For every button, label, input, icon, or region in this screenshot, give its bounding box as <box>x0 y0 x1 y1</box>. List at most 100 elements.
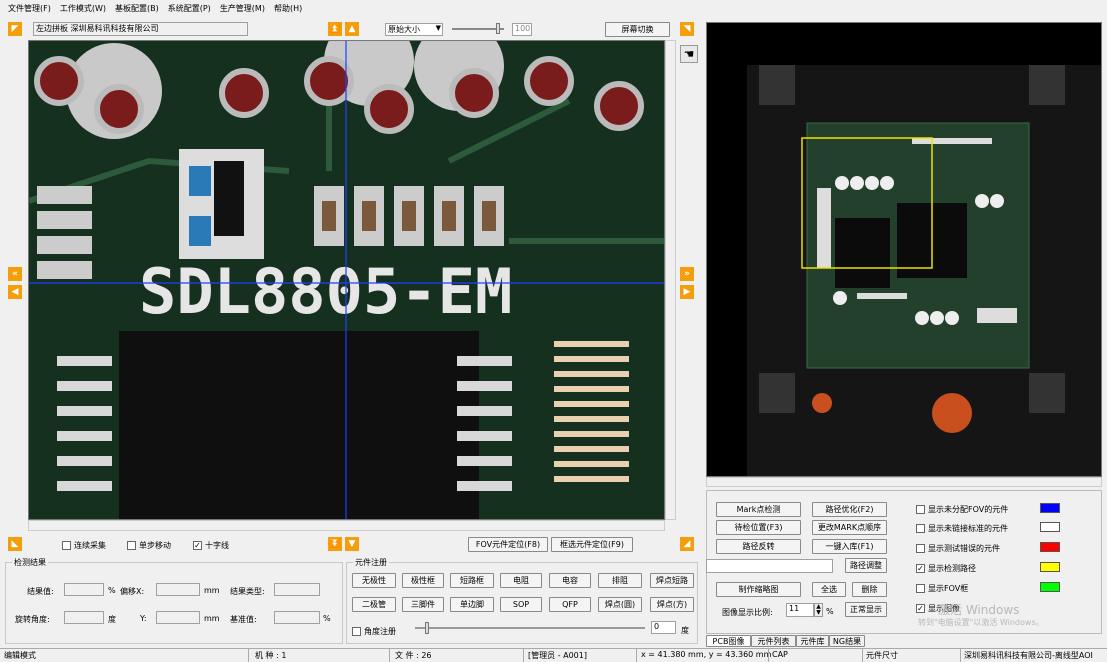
mark-check-button[interactable]: Mark点检测 <box>716 502 801 517</box>
register-group-title: 元件注册 <box>353 557 389 568</box>
continuous-capture-checkbox[interactable]: 连续采集 <box>62 540 106 551</box>
double-down-icon[interactable]: ⏬ <box>328 537 342 551</box>
one-key-import-button[interactable]: 一键入库(F1) <box>812 539 887 554</box>
change-mark-order-button[interactable]: 更改MARK点顺序 <box>812 520 887 535</box>
offset-y-unit: mm <box>204 614 220 623</box>
display-ratio-label: 图像显示比例: <box>722 608 773 617</box>
status-file: 文 件 : 26 <box>395 651 432 660</box>
hand-icon[interactable]: ☚ <box>680 45 698 63</box>
display-ratio-unit: % <box>826 607 834 616</box>
corner-bottom-right-icon[interactable]: ◢ <box>680 537 694 551</box>
option-color-swatch[interactable] <box>1040 582 1060 592</box>
check-position-button[interactable]: 待检位置(F3) <box>716 520 801 535</box>
menu-board-config[interactable]: 基板配置(B) <box>115 3 159 14</box>
buttons_row1-button-3[interactable]: 电阻 <box>500 573 542 588</box>
frame-locate-button[interactable]: 框选元件定位(F9) <box>551 537 633 552</box>
option-label: 显示测试错误的元件 <box>928 544 1000 553</box>
menu-file[interactable]: 文件管理(F) <box>8 3 51 14</box>
path-optimize-button[interactable]: 路径优化(F2) <box>812 502 887 517</box>
offset-x-label: 偏移X: <box>120 587 145 596</box>
crosshair-checkbox[interactable]: ✓ 十字线 <box>193 540 229 551</box>
left-arrow-icon[interactable]: ◀ <box>8 285 22 299</box>
result-value-field <box>64 583 104 596</box>
option-checkbox-4[interactable]: 显示FOV框 <box>916 583 968 594</box>
corner-bottom-left-icon[interactable]: ◣ <box>8 537 22 551</box>
offset-x-unit: mm <box>204 586 220 595</box>
tab-2[interactable]: 元件库 <box>796 635 829 647</box>
delete-button[interactable]: 删除 <box>852 582 887 597</box>
result-type-field <box>274 583 320 596</box>
main-vertical-scrollbar[interactable] <box>665 40 676 520</box>
option-checkbox-3[interactable]: ✓ 显示检测路径 <box>916 563 976 574</box>
status-cap: CAP <box>772 650 788 659</box>
double-up-icon[interactable]: ⏫ <box>328 22 342 36</box>
right-arrow-icon[interactable]: ▶ <box>680 285 694 299</box>
board-info-field: 左边拼板 深圳易科讯科技有限公司 <box>33 22 248 36</box>
display-ratio-spinner[interactable]: ▲ ▼ <box>814 603 823 617</box>
watermark-line1: 激活 Windows <box>938 603 1020 617</box>
tab-3[interactable]: NG结果 <box>829 635 865 647</box>
option-color-swatch[interactable] <box>1040 562 1060 572</box>
option-checkbox-0[interactable]: 显示未分配FOV的元件 <box>916 504 1008 515</box>
buttons_row1-button-2[interactable]: 短路框 <box>450 573 494 588</box>
buttons_row2-button-5[interactable]: 焊点(圆) <box>598 597 642 612</box>
tab-1[interactable]: 元件列表 <box>751 635 796 647</box>
step-move-checkbox[interactable]: 单步移动 <box>127 540 171 551</box>
status-operator: [管理员 - A001] <box>528 651 587 660</box>
zoom-select[interactable]: 原始大小 ▼ <box>385 23 443 36</box>
menu-system-config[interactable]: 系统配置(P) <box>168 3 211 14</box>
down-arrow-icon[interactable]: ▼ <box>345 537 359 551</box>
buttons_row2-button-3[interactable]: SOP <box>500 597 542 612</box>
screen-switch-button[interactable]: 屏幕切换 <box>605 22 670 37</box>
path-adjust-input[interactable] <box>706 559 833 573</box>
checkmark-icon: ✓ <box>916 564 925 573</box>
offset-y-field <box>156 611 200 624</box>
buttons_row2-button-1[interactable]: 三脚件 <box>402 597 444 612</box>
menu-work-mode[interactable]: 工作模式(W) <box>60 3 106 14</box>
menu-help[interactable]: 帮助(H) <box>274 3 302 14</box>
buttons_row2-button-0[interactable]: 二极管 <box>352 597 396 612</box>
buttons_row1-button-4[interactable]: 电容 <box>549 573 591 588</box>
thumbnail-view[interactable] <box>706 22 1102 477</box>
path-reverse-button[interactable]: 路径反转 <box>716 539 801 554</box>
result-group-title: 检测结果 <box>12 557 48 568</box>
double-left-icon[interactable]: « <box>8 267 22 281</box>
buttons_row2-button-4[interactable]: QFP <box>549 597 591 612</box>
buttons_row1-button-5[interactable]: 排阻 <box>598 573 642 588</box>
make-thumbnail-button[interactable]: 制作缩略图 <box>716 582 801 597</box>
main-horizontal-scrollbar[interactable] <box>28 520 665 531</box>
pcb-image-view[interactable]: SDL8805-EM <box>28 40 665 520</box>
checkbox-box <box>916 524 925 533</box>
buttons_row1-button-1[interactable]: 极性框 <box>402 573 444 588</box>
angle-value-field[interactable]: 0 <box>651 621 676 634</box>
option-color-swatch[interactable] <box>1040 503 1060 513</box>
thumbnail-horizontal-scrollbar[interactable] <box>706 477 1102 487</box>
zoom-slider-thumb[interactable] <box>496 23 500 34</box>
option-color-swatch[interactable] <box>1040 542 1060 552</box>
corner-top-right-icon[interactable]: ◥ <box>680 22 694 36</box>
select-all-button[interactable]: 全选 <box>812 582 846 597</box>
normal-display-button[interactable]: 正常显示 <box>845 602 887 617</box>
buttons_row1-button-6[interactable]: 焊点短路 <box>650 573 694 588</box>
fov-locate-button[interactable]: FOV元件定位(F8) <box>468 537 548 552</box>
tab-0[interactable]: PCB图像 <box>706 635 751 647</box>
display-ratio-input[interactable]: 11 <box>786 603 814 617</box>
checkmark-icon: ✓ <box>916 604 925 613</box>
buttons_row2-button-6[interactable]: 焊点(方) <box>650 597 694 612</box>
up-arrow-icon[interactable]: ▲ <box>345 22 359 36</box>
angle-register-checkbox[interactable]: 角度注册 <box>352 626 396 637</box>
status-bar: 编辑模式 机 种 : 1 文 件 : 26 [管理员 - A001] x = 4… <box>0 648 1107 662</box>
angle-slider[interactable] <box>415 622 645 634</box>
angle-slider-thumb[interactable] <box>425 622 429 634</box>
option-checkbox-1[interactable]: 显示未链接标准的元件 <box>916 523 1008 534</box>
option-checkbox-2[interactable]: 显示测试错误的元件 <box>916 543 1000 554</box>
menu-bar: 文件管理(F) 工作模式(W) 基板配置(B) 系统配置(P) 生产管理(M) … <box>0 0 1107 17</box>
option-color-swatch[interactable] <box>1040 522 1060 532</box>
buttons_row2-button-2[interactable]: 单边脚 <box>450 597 494 612</box>
buttons_row1-button-0[interactable]: 无极性 <box>352 573 396 588</box>
double-right-icon[interactable]: » <box>680 267 694 281</box>
menu-production[interactable]: 生产管理(M) <box>220 3 265 14</box>
chevron-down-icon: ▼ <box>435 24 441 32</box>
path-adjust-button[interactable]: 路径调整 <box>845 558 887 573</box>
corner-top-left-icon[interactable]: ◤ <box>8 22 22 36</box>
